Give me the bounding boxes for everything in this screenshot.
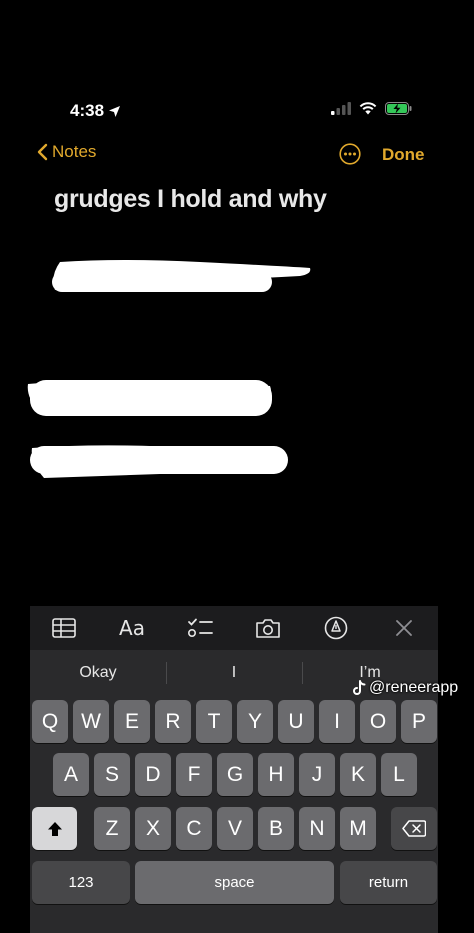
key-n[interactable]: N [299,807,335,850]
key-q[interactable]: Q [32,700,68,743]
shift-key[interactable] [32,807,77,850]
prediction-suggestion[interactable]: Okay [30,664,166,682]
key-g[interactable]: G [217,753,253,796]
delete-key[interactable] [391,807,437,850]
return-key[interactable]: return [340,861,437,904]
table-button[interactable] [49,613,79,643]
pen-tip-circle-icon [324,616,348,640]
backspace-icon [402,820,426,837]
key-z[interactable]: Z [94,807,130,850]
format-text-button[interactable]: Aa [117,613,147,643]
key-a[interactable]: A [53,753,89,796]
keyboard: Q W E R T Y U I O P A S D F G H J K L Z … [30,696,438,933]
redaction-scribble [27,260,311,478]
key-j[interactable]: J [299,753,335,796]
key-c[interactable]: C [176,807,212,850]
camera-button[interactable] [253,613,283,643]
markup-button[interactable] [321,613,351,643]
keyboard-toolbar: Aa [30,606,438,650]
prediction-suggestion[interactable]: I [166,662,302,684]
checklist-button[interactable] [185,613,215,643]
shift-arrow-icon [47,821,62,836]
key-p[interactable]: P [401,700,437,743]
numbers-key[interactable]: 123 [32,861,130,904]
key-x[interactable]: X [135,807,171,850]
tiktok-logo-icon [353,680,366,695]
checklist-icon [187,618,213,638]
key-h[interactable]: H [258,753,294,796]
key-y[interactable]: Y [237,700,273,743]
key-l[interactable]: L [381,753,417,796]
key-f[interactable]: F [176,753,212,796]
key-t[interactable]: T [196,700,232,743]
camera-icon [256,618,280,638]
key-i[interactable]: I [319,700,355,743]
key-b[interactable]: B [258,807,294,850]
watermark-handle: @reneerapp [369,679,459,696]
key-v[interactable]: V [217,807,253,850]
notes-screen: 4:38 Notes Done grudges I hold and why A… [0,0,474,933]
close-toolbar-button[interactable] [389,613,419,643]
key-u[interactable]: U [278,700,314,743]
key-s[interactable]: S [94,753,130,796]
key-r[interactable]: R [155,700,191,743]
key-d[interactable]: D [135,753,171,796]
space-key[interactable]: space [135,861,334,904]
key-w[interactable]: W [73,700,109,743]
key-o[interactable]: O [360,700,396,743]
key-e[interactable]: E [114,700,150,743]
key-m[interactable]: M [340,807,376,850]
tiktok-watermark: @reneerapp [352,679,458,697]
table-icon [52,618,76,638]
key-k[interactable]: K [340,753,376,796]
close-icon [396,620,412,636]
